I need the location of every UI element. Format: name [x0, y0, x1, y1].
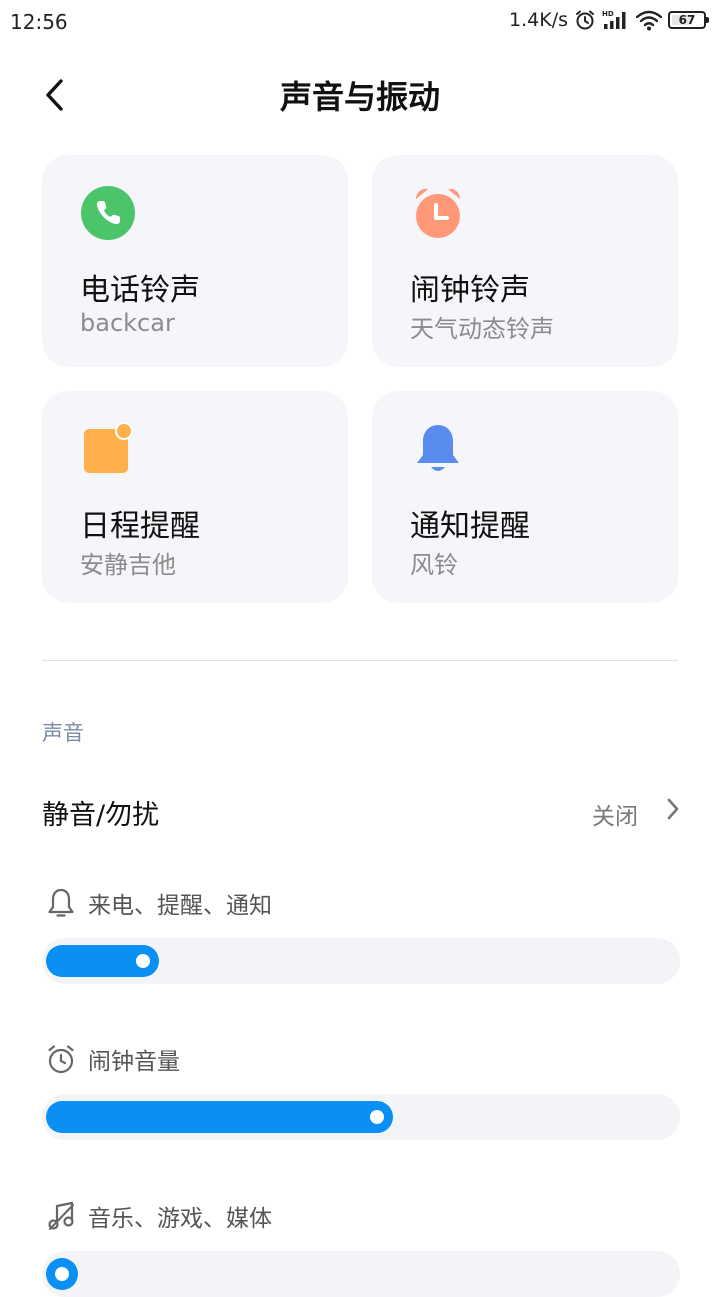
signal-hd-icon: HD — [602, 10, 626, 29]
status-time: 12:56 — [10, 10, 68, 34]
status-bar: 12:56 1.4K/s HD 67 — [0, 0, 720, 44]
media-volume-label: 音乐、游戏、媒体 — [88, 1206, 272, 1232]
notification-card[interactable]: 通知提醒 风铃 — [372, 391, 678, 603]
battery-level: 67 — [678, 13, 696, 27]
alarm-outline-icon — [48, 1045, 74, 1074]
mute-dnd-value: 关闭 — [592, 804, 638, 830]
card-subtitle: backcar — [80, 309, 175, 337]
ringtone-card[interactable]: 电话铃声 backcar — [42, 155, 348, 367]
card-subtitle: 安静吉他 — [80, 551, 176, 579]
media-volume-label-row: 音乐、游戏、媒体 — [46, 1198, 272, 1234]
card-title: 闹钟铃声 — [410, 273, 530, 308]
alarm-volume-label: 闹钟音量 — [88, 1049, 180, 1075]
card-subtitle: 风铃 — [410, 551, 458, 579]
mute-dnd-row[interactable]: 静音/勿扰 关闭 — [0, 775, 720, 845]
calendar-reminder-card[interactable]: 日程提醒 安静吉他 — [42, 391, 348, 603]
ring-volume-label: 来电、提醒、通知 — [88, 893, 272, 919]
slider-fill — [46, 1258, 78, 1290]
calendar-icon — [84, 422, 133, 473]
network-speed: 1.4K/s — [509, 9, 568, 31]
alarm-clock-icon — [415, 188, 461, 238]
mute-dnd-label: 静音/勿扰 — [42, 800, 160, 831]
alarm-volume-slider[interactable] — [42, 1094, 680, 1140]
alarm-status-icon — [576, 10, 594, 30]
music-note-icon — [48, 1201, 74, 1230]
section-header: 声音 — [42, 721, 84, 745]
slider-fill — [46, 945, 159, 977]
slider-knob[interactable] — [370, 1110, 384, 1124]
card-title: 日程提醒 — [80, 509, 200, 544]
battery-icon: 67 — [668, 11, 709, 29]
alarm-ringtone-card[interactable]: 闹钟铃声 天气动态铃声 — [372, 155, 678, 367]
page-title: 声音与振动 — [279, 78, 440, 116]
card-title: 通知提醒 — [410, 509, 530, 544]
chevron-right-icon — [667, 798, 679, 820]
slider-fill — [46, 1101, 393, 1133]
media-volume-slider[interactable] — [42, 1251, 680, 1297]
wifi-icon — [636, 10, 662, 31]
slider-knob[interactable] — [136, 954, 150, 968]
ring-volume-slider[interactable] — [42, 938, 680, 984]
alarm-volume-label-row: 闹钟音量 — [46, 1041, 180, 1077]
phone-icon — [81, 186, 135, 240]
svg-text:HD: HD — [602, 10, 614, 18]
status-icons: 1.4K/s HD 67 — [509, 9, 709, 31]
bell-icon — [417, 425, 459, 471]
ring-volume-label-row: 来电、提醒、通知 — [46, 885, 272, 921]
card-title: 电话铃声 — [80, 273, 200, 308]
divider — [42, 660, 678, 661]
slider-knob[interactable] — [55, 1267, 69, 1281]
bell-outline-icon — [48, 888, 74, 917]
card-subtitle: 天气动态铃声 — [410, 315, 554, 343]
